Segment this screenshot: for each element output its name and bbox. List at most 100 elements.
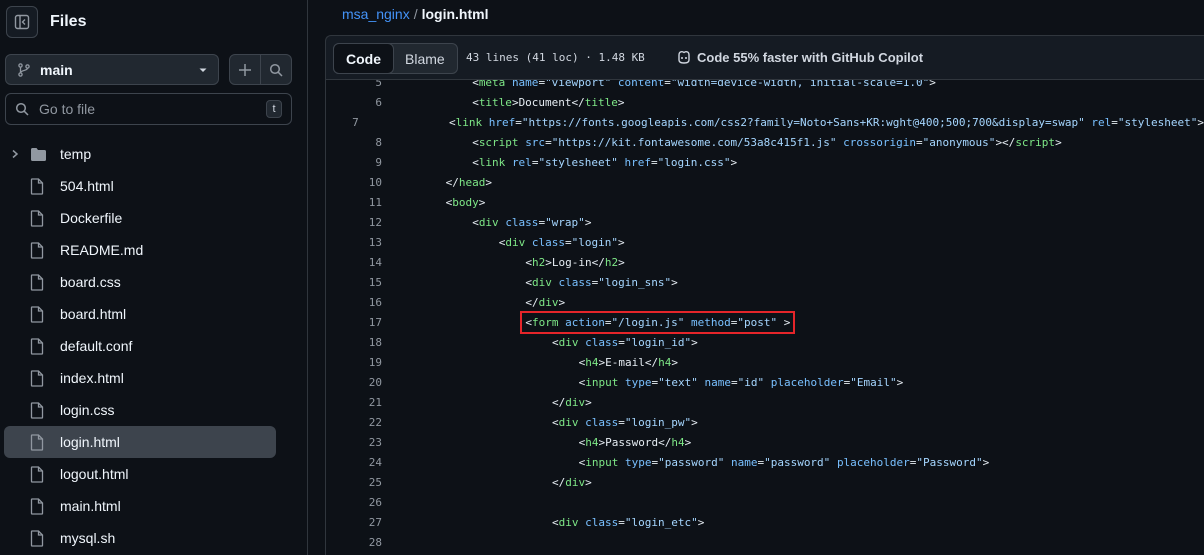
code-token: > (691, 335, 698, 349)
add-file-button[interactable] (230, 55, 260, 84)
line-number[interactable]: 22 (326, 416, 384, 429)
code-token: href (624, 155, 652, 169)
code-token: "anonymous" (922, 135, 996, 149)
line-number[interactable]: 11 (326, 196, 384, 209)
code-token: = (545, 135, 552, 149)
line-number[interactable]: 21 (326, 396, 384, 409)
code-line: 23 <h4>Password</h4> (326, 432, 1204, 452)
code-line-source: <input type="password" name="password" p… (419, 455, 990, 469)
tree-file[interactable]: board.html (4, 298, 276, 330)
file-tree-sidebar: Files main Go to file t temp 504.html Dock… (0, 0, 308, 555)
code-token: type (624, 455, 652, 469)
tree-file[interactable]: Dockerfile (4, 202, 276, 234)
search-code-button[interactable] (260, 55, 291, 84)
code-token: div (558, 415, 579, 429)
file-icon (30, 305, 50, 323)
tree-file[interactable]: main.html (4, 490, 276, 522)
code-token: < (448, 115, 456, 129)
tree-file[interactable]: board.css (4, 266, 276, 298)
line-number[interactable]: 5 (326, 80, 384, 89)
code-token: < (472, 80, 479, 89)
line-number[interactable]: 15 (326, 276, 384, 289)
code-token: "password" (658, 455, 725, 469)
tab-code[interactable]: Code (333, 43, 394, 74)
line-number[interactable]: 12 (326, 216, 384, 229)
code-token: div (505, 235, 526, 249)
tree-item-label: login.css (60, 402, 115, 418)
line-number[interactable]: 26 (326, 496, 384, 509)
tree-item-label: mysql.sh (60, 530, 116, 546)
breadcrumb-repo-link[interactable]: msa_nginx (342, 6, 410, 22)
tree-file[interactable]: login.css (4, 394, 276, 426)
branch-selector[interactable]: main (5, 54, 219, 85)
line-number[interactable]: 16 (326, 296, 384, 309)
code-token: </ (525, 295, 539, 309)
tree-file[interactable]: index.html (4, 362, 276, 394)
line-number[interactable]: 13 (326, 236, 384, 249)
tree-item-label: board.html (60, 306, 127, 322)
copilot-promo-link[interactable]: Code 55% faster with GitHub Copilot (676, 49, 923, 65)
code-tokens: <input type="text" name="id" placeholder… (579, 376, 904, 389)
code-token: h4 (658, 355, 672, 369)
line-number[interactable]: 27 (326, 516, 384, 529)
go-to-file-input[interactable]: Go to file t (5, 93, 292, 125)
code-line: 5 <meta name="viewport" content="width=de… (326, 80, 1204, 92)
file-icon (30, 273, 50, 291)
tree-file[interactable]: logout.html (4, 458, 276, 490)
tree-file[interactable]: README.md (4, 234, 276, 266)
tree-item-label: default.conf (60, 338, 133, 354)
tab-blame[interactable]: Blame (393, 44, 457, 73)
line-number[interactable]: 17 (326, 316, 384, 329)
tree-file[interactable]: default.conf (4, 330, 276, 362)
tree-file[interactable]: mysql.sh (4, 522, 276, 554)
code-token: > (684, 435, 692, 449)
tree-folder[interactable]: temp (4, 138, 276, 170)
tree-file[interactable]: 504.html (4, 170, 276, 202)
code-line-source: <title>Document</title> (419, 95, 624, 109)
line-number[interactable]: 10 (326, 176, 384, 189)
code-line-source: <body> (419, 196, 486, 209)
line-number[interactable]: 20 (326, 376, 384, 389)
code-tokens: <div class="login_etc"> (552, 516, 704, 529)
code-line-source: <div class="login_id"> (419, 336, 698, 349)
copilot-promo-text: Code 55% faster with GitHub Copilot (697, 49, 924, 65)
collapse-sidebar-button[interactable] (6, 6, 38, 38)
code-token: > (671, 275, 678, 289)
file-icon (30, 433, 50, 451)
code-line: 20 <input type="text" name="id" placehold… (326, 372, 1204, 392)
code-token: content (617, 80, 665, 89)
code-tokens: </div> (552, 476, 592, 489)
code-token: = (664, 80, 671, 89)
line-number[interactable]: 7 (326, 116, 361, 129)
line-number[interactable]: 28 (326, 536, 384, 549)
code-tokens: <div class="wrap"> (472, 216, 591, 229)
line-number[interactable]: 24 (326, 456, 384, 469)
code-token: "post" (737, 315, 778, 329)
code-token: "https://fonts.googleapis.com/css2?famil… (521, 115, 1085, 129)
code-token: < (472, 155, 479, 169)
code-token: </ (571, 95, 585, 109)
breadcrumb-file: login.html (421, 6, 489, 22)
sidebar-title: Files (50, 13, 87, 30)
file-icon (30, 529, 50, 547)
code-token: > (618, 235, 625, 249)
tree-item-label: index.html (60, 370, 124, 386)
tree-item-label: board.css (60, 274, 121, 290)
line-number[interactable]: 18 (326, 336, 384, 349)
line-number[interactable]: 23 (326, 436, 384, 449)
line-number[interactable]: 6 (326, 96, 384, 109)
line-number[interactable]: 14 (326, 256, 384, 269)
line-number[interactable]: 25 (326, 476, 384, 489)
line-number[interactable]: 19 (326, 356, 384, 369)
line-number[interactable]: 9 (326, 156, 384, 169)
code-token: > (584, 215, 592, 229)
code-line: 6 <title>Document</title> (326, 92, 1204, 112)
line-number[interactable]: 8 (326, 136, 384, 149)
tree-file[interactable]: login.html (4, 426, 276, 458)
plus-icon (239, 63, 251, 76)
tree-item-label: Dockerfile (60, 210, 123, 226)
code-line-source: </div> (419, 476, 592, 489)
